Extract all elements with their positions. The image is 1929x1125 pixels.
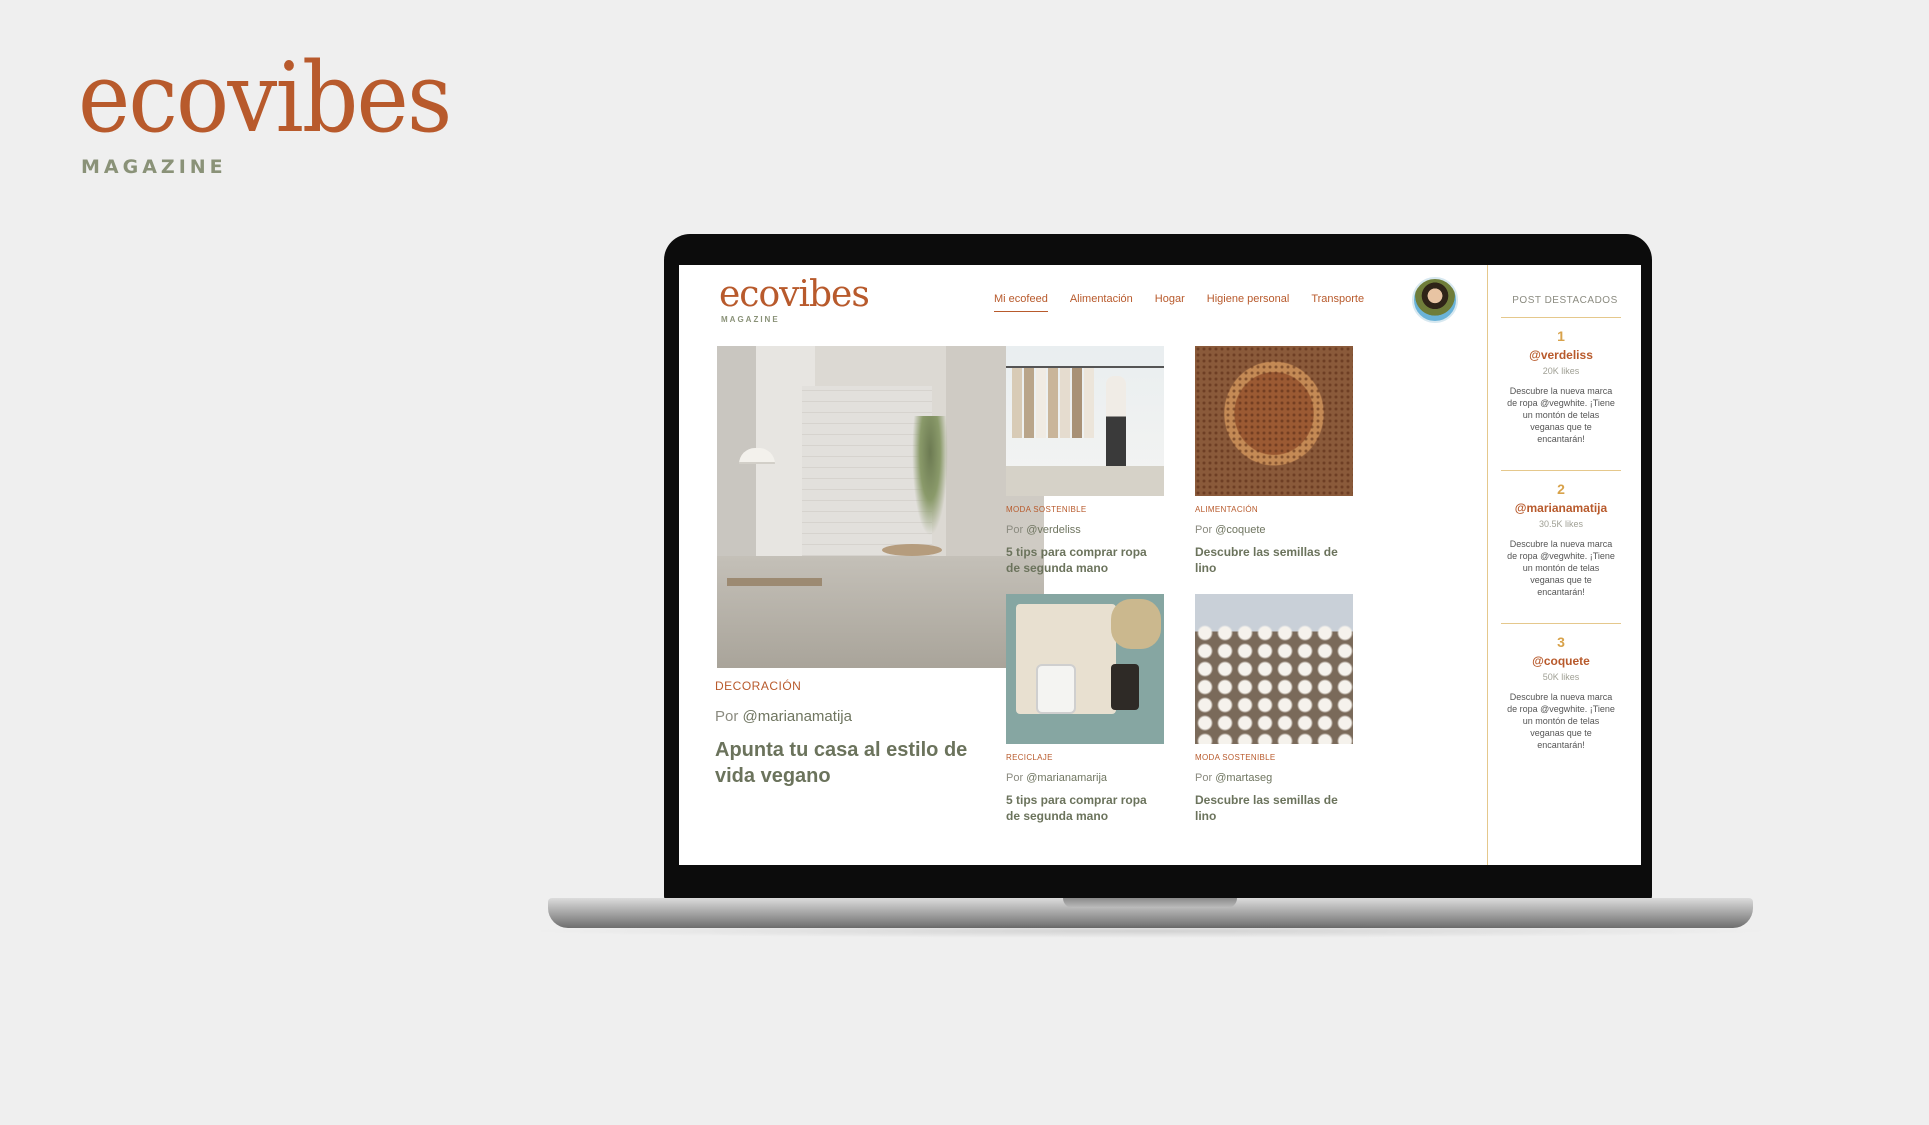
garment xyxy=(1072,368,1082,438)
post-rank: 1 xyxy=(1557,328,1565,344)
card-by-prefix: Por xyxy=(1006,772,1024,784)
featured-image-floor xyxy=(717,556,1044,668)
post-likes: 30.5K likes xyxy=(1538,519,1584,529)
sidebar-post[interactable]: 1 @verdeliss 20K likes Descubre la nueva… xyxy=(1501,317,1621,445)
article-card[interactable]: MODA SOSTENIBLE Por @martaseg Descubre l… xyxy=(1195,594,1355,824)
featured-posts-sidebar: POST DESTACADOS 1 @verdeliss 20K likes D… xyxy=(1487,265,1641,865)
card-category[interactable]: RECICLAJE xyxy=(1006,753,1166,762)
card-image-clothes[interactable] xyxy=(1006,346,1164,496)
card-author[interactable]: @marianamarija xyxy=(1026,772,1107,784)
sidebar-heading: POST DESTACADOS xyxy=(1512,295,1618,306)
card-author[interactable]: @coquete xyxy=(1215,524,1265,536)
featured-image-round-table xyxy=(882,544,942,556)
cloth-pouch xyxy=(1111,599,1161,649)
shop-floor xyxy=(1006,466,1164,496)
garment xyxy=(1024,368,1034,438)
card-author[interactable]: @martaseg xyxy=(1215,772,1272,784)
garment xyxy=(1036,368,1046,438)
brand-tagline: MAGAZINE xyxy=(81,156,227,178)
card-image-cotton[interactable] xyxy=(1195,594,1353,744)
card-title[interactable]: Descubre las semillas de lino xyxy=(1195,792,1345,824)
article-card[interactable]: ALIMENTACIÓN Por @coquete Descubre las s… xyxy=(1195,346,1355,576)
card-by-prefix: Por xyxy=(1195,524,1213,536)
featured-image-lamp xyxy=(739,448,775,464)
garment xyxy=(1060,368,1070,438)
reusable-cup xyxy=(1111,664,1139,710)
post-user[interactable]: @verdeliss xyxy=(1501,348,1621,362)
featured-image-plant xyxy=(912,416,948,536)
garment xyxy=(1012,368,1022,438)
card-author[interactable]: @verdeliss xyxy=(1026,524,1081,536)
post-description: Descubre la nueva marca de ropa @vegwhit… xyxy=(1507,386,1615,444)
post-likes: 50K likes xyxy=(1542,672,1580,682)
card-image-reusables[interactable] xyxy=(1006,594,1164,744)
nav-higiene-personal[interactable]: Higiene personal xyxy=(1207,293,1290,312)
sidebar-post[interactable]: 2 @marianamatija 30.5K likes Descubre la… xyxy=(1501,470,1621,598)
card-category[interactable]: ALIMENTACIÓN xyxy=(1195,505,1355,514)
post-description: Descubre la nueva marca de ropa @vegwhit… xyxy=(1507,692,1615,750)
nav-hogar[interactable]: Hogar xyxy=(1155,293,1185,312)
card-title[interactable]: 5 tips para comprar ropa de segunda mano xyxy=(1006,792,1156,824)
flax-seeds xyxy=(1195,346,1353,496)
featured-image[interactable] xyxy=(717,346,1044,668)
card-image-seeds[interactable] xyxy=(1195,346,1353,496)
featured-byline: Por @marianamatija xyxy=(715,708,852,725)
card-byline: Por @verdeliss xyxy=(1006,524,1166,536)
nav-transporte[interactable]: Transporte xyxy=(1311,293,1364,312)
card-byline: Por @coquete xyxy=(1195,524,1355,536)
featured-by-prefix: Por xyxy=(715,708,739,725)
nav-mi-ecofeed[interactable]: Mi ecofeed xyxy=(994,293,1048,312)
featured-image-table xyxy=(727,578,822,586)
nav-alimentacion[interactable]: Alimentación xyxy=(1070,293,1133,312)
featured-title[interactable]: Apunta tu casa al estilo de vida vegano xyxy=(715,737,995,789)
card-by-prefix: Por xyxy=(1006,524,1024,536)
post-rank: 3 xyxy=(1557,634,1565,650)
post-likes: 20K likes xyxy=(1542,366,1580,376)
user-avatar[interactable] xyxy=(1412,277,1458,323)
card-category[interactable]: MODA SOSTENIBLE xyxy=(1006,505,1166,514)
card-title[interactable]: Descubre las semillas de lino xyxy=(1195,544,1345,576)
shopper xyxy=(1106,376,1126,466)
card-by-prefix: Por xyxy=(1195,772,1213,784)
laptop-notch xyxy=(1063,898,1237,908)
brand-wordmark: ecovibes xyxy=(78,42,452,154)
post-user[interactable]: @coquete xyxy=(1501,654,1621,668)
card-byline: Por @marianamarija xyxy=(1006,772,1166,784)
laptop-screen: ecovibes MAGAZINE Mi ecofeed Alimentació… xyxy=(679,265,1641,865)
article-card[interactable]: MODA SOSTENIBLE Por @verdeliss 5 tips pa… xyxy=(1006,346,1166,576)
cotton-bolls xyxy=(1195,624,1353,744)
card-title[interactable]: 5 tips para comprar ropa de segunda mano xyxy=(1006,544,1156,576)
post-description: Descubre la nueva marca de ropa @vegwhit… xyxy=(1507,539,1615,597)
card-category[interactable]: MODA SOSTENIBLE xyxy=(1195,753,1355,762)
post-rank: 2 xyxy=(1557,481,1565,497)
post-user[interactable]: @marianamatija xyxy=(1501,501,1621,515)
featured-author[interactable]: @marianamatija xyxy=(743,708,852,725)
featured-category[interactable]: DECORACIÓN xyxy=(715,679,801,693)
laptop-shadow xyxy=(520,924,1780,938)
card-byline: Por @martaseg xyxy=(1195,772,1355,784)
site-logo-word: ecovibes xyxy=(719,274,870,315)
main-nav: Mi ecofeed Alimentación Hogar Higiene pe… xyxy=(994,293,1386,312)
garment xyxy=(1048,368,1058,438)
article-card[interactable]: RECICLAJE Por @marianamarija 5 tips para… xyxy=(1006,594,1166,824)
sidebar-post[interactable]: 3 @coquete 50K likes Descubre la nueva m… xyxy=(1501,623,1621,751)
site-logo-sub: MAGAZINE xyxy=(721,315,780,324)
garment xyxy=(1084,368,1094,438)
site-logo[interactable]: ecovibes MAGAZINE xyxy=(719,274,870,325)
glass-jar xyxy=(1036,664,1076,714)
brand-logo: ecovibes MAGAZINE xyxy=(78,50,483,178)
